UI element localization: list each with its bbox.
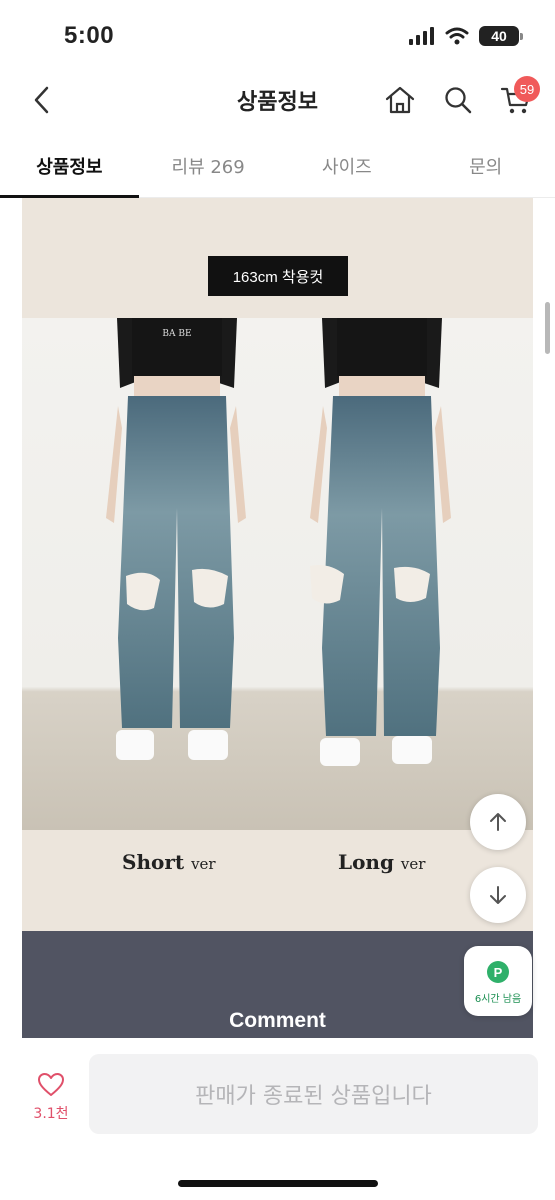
like-count: 3.1천 (33, 1106, 69, 1122)
tab-product-info[interactable]: 상품정보 (0, 138, 139, 198)
long-caption: Long ver (338, 850, 425, 874)
model-long (310, 318, 451, 766)
cart-count-badge: 59 (514, 76, 540, 102)
status-time: 5:00 (64, 22, 115, 49)
product-page: 5:00 40 상품정보 59 상품정보 리뷰 269 사이즈 문의 163cm… (0, 0, 555, 1200)
comment-band: Comment (22, 931, 533, 1038)
signal-icon (409, 27, 434, 45)
model-short: BA BE (106, 318, 246, 760)
arrow-up-icon (490, 813, 506, 831)
status-bar: 5:00 40 (0, 0, 555, 70)
short-caption: Short ver (122, 850, 216, 874)
arrow-down-icon (490, 886, 506, 904)
battery-icon: 40 (479, 26, 523, 46)
scroll-top-button[interactable] (470, 794, 526, 850)
short-suffix: ver (191, 855, 216, 873)
status-icons: 40 (409, 26, 523, 46)
point-icon: P (487, 961, 509, 983)
short-label: Short (122, 850, 185, 874)
point-time-remaining: 6시간 남음 (474, 994, 522, 1005)
header: 상품정보 59 (0, 70, 555, 130)
scroll-bottom-button[interactable] (470, 867, 526, 923)
bottom-action-bar: 3.1천 판매가 종료된 상품입니다 (0, 1038, 555, 1200)
search-button[interactable] (438, 80, 478, 120)
cart-button[interactable]: 59 (496, 76, 540, 120)
point-reward-card[interactable]: P 6시간 남음 (464, 946, 532, 1016)
sold-out-button[interactable]: 판매가 종료된 상품입니다 (89, 1054, 538, 1134)
jeans-illustration: BA BE (106, 318, 451, 766)
tab-inquiry[interactable]: 문의 (416, 138, 555, 197)
wifi-icon (445, 27, 469, 45)
home-indicator (178, 1180, 378, 1187)
home-button[interactable] (380, 80, 420, 120)
comment-heading: Comment (229, 1009, 326, 1032)
tab-size[interactable]: 사이즈 (278, 138, 417, 197)
tab-bar: 상품정보 리뷰 269 사이즈 문의 (0, 138, 555, 198)
long-label: Long (338, 850, 394, 874)
product-detail-image: 163cm 착용컷 BA BE Short ver Long ver Comme… (22, 198, 533, 1038)
size-label: 163cm 착용컷 (208, 256, 348, 296)
heart-icon (38, 1073, 64, 1096)
shirt-text: BA BE (162, 329, 191, 339)
scrollbar[interactable] (545, 302, 550, 354)
home-icon (385, 86, 415, 114)
long-suffix: ver (400, 855, 426, 873)
jeans-photo: BA BE (22, 318, 533, 830)
tab-reviews[interactable]: 리뷰 269 (139, 138, 278, 197)
search-icon (445, 87, 472, 114)
like-button[interactable]: 3.1천 (28, 1072, 74, 1123)
